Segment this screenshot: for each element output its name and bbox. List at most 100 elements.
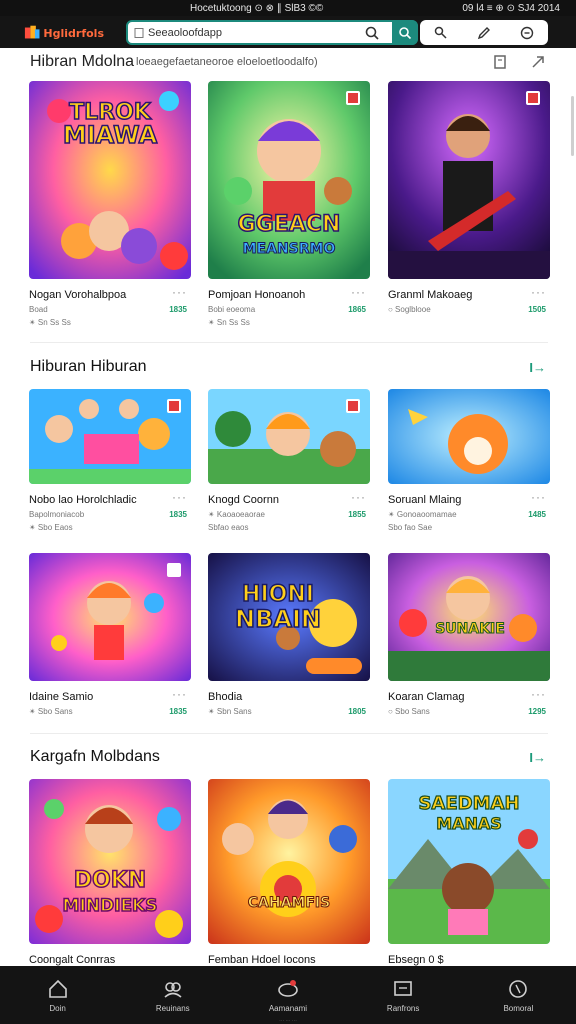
card-title: Knogd Coornn [208,494,279,506]
game-card[interactable]: Soruanl Mlaing ··· ✴ Gonoaoomamae 1485 Sbo… [388,389,550,532]
thumb-text-line1: HIONI [242,582,314,607]
card-title: Nobo lao Horolchladic [29,494,137,506]
more-icon[interactable]: ··· [351,285,366,299]
search-box[interactable] [126,20,418,45]
game-thumbnail[interactable] [388,81,550,279]
settings-icon[interactable] [519,25,535,41]
section-heading: Kargafn Molbdans [30,748,160,765]
edit-icon[interactable] [476,25,492,41]
scrollbar[interactable] [571,96,574,156]
game-card[interactable]: Knogd Coornn ··· ✴ Kaoaoeaorae 1855 Sbfao … [208,389,370,532]
thumb-text-line1: CAHAMFIS [248,895,330,911]
game-thumbnail[interactable]: SAEDMAH MANAS [388,779,550,944]
game-thumbnail[interactable] [29,389,191,484]
nav-home[interactable]: Doin [13,978,103,1013]
card-meta: Bobi eoeoma [208,305,256,314]
nav-label: Doin [49,1003,66,1013]
card-stat: 1835 [169,305,187,314]
app-logo[interactable]: Hglidrfols [24,24,104,42]
game-thumbnail[interactable]: CAHAMFIS [208,779,370,944]
more-icon[interactable]: ··· [351,490,366,504]
card-stat: 1805 [348,707,366,716]
more-icon[interactable]: ··· [172,285,187,299]
game-thumbnail[interactable]: TLROK MIAWA [29,81,191,279]
screen-icon [394,980,412,996]
filter-icon[interactable] [433,25,449,41]
card-sub-meta: Sbo fao Sae [388,523,433,532]
section-heading: Hiburan Hiburan [30,358,147,375]
game-card[interactable]: GGEACN MEANSRMO Pomjoan Honoanoh ··· Bobi… [208,81,370,327]
badge-icon [346,91,360,105]
card-stat: 1835 [169,510,187,519]
card-title: Granml Makoaeg [388,289,473,301]
game-thumbnail[interactable] [208,389,370,484]
logo-icon [24,25,40,39]
card-title: Coongalt Conrras [29,954,116,966]
badge-icon [526,91,540,105]
section-more-arrow[interactable]: I→ [529,750,546,765]
card-sub-meta: ✴ Sn Ss Ss [208,318,250,327]
game-card[interactable]: Idaine Samio ··· ✴ Sbo Sans 1835 [29,553,191,716]
more-icon[interactable]: ··· [172,490,187,504]
game-thumbnail[interactable]: HIONI NBAIN [208,553,370,681]
game-thumbnail[interactable]: SUNAKIE [388,553,550,681]
thumb-text-line2: MINDIEKS [63,896,158,916]
section-more-arrow[interactable]: I→ [529,360,546,375]
game-card[interactable]: SUNAKIE Koaran Clamag ··· ○ Sbo Sans 1295 [388,553,550,716]
nav-label: Ranfrons [386,1003,420,1013]
game-card[interactable]: DOKN MINDIEKS Coongalt Conrras [29,779,191,966]
card-stat: 1865 [348,305,366,314]
logo-text: Hglidrfols [43,26,104,40]
search-icon[interactable] [364,25,380,41]
card-title: Idaine Samio [29,691,94,703]
share-icon[interactable] [530,54,546,70]
profile-icon [509,979,528,998]
game-thumbnail[interactable] [388,389,550,484]
card-title: Bhodia [208,691,243,703]
game-card[interactable]: Granml Makoaeg ··· ○ Soglblooe 1505 [388,81,550,318]
nav-people[interactable]: Reuinans [128,978,218,1013]
game-card[interactable]: HIONI NBAIN Bhodia ✴ Sbn Sans 1805 [208,553,370,716]
more-icon[interactable]: ··· [531,687,546,701]
voice-icon [399,26,412,39]
game-card[interactable]: TLROK MIAWA Nogan Vorohalbpoa ··· Boad 183… [29,81,191,327]
card-title: Pomjoan Honoanoh [208,289,306,301]
game-card[interactable]: CAHAMFIS Femban Hdoel Iocons [208,779,370,966]
bottom-nav: Doin Reuinans Aamanami Ranfrons Bomoral [0,966,576,1024]
status-bar: Hocetuktoong ⊙ ⊗ ∥ SlB3 ©© 09 l4 ≡ ⊕ ⊙ S… [0,0,576,16]
game-card[interactable]: SAEDMAH MANAS Ebsegn 0 $ [388,779,550,966]
toolbar [420,20,548,45]
game-thumbnail[interactable]: DOKN MINDIEKS [29,779,191,944]
card-meta: ✴ Sbo Sans [29,707,73,716]
card-meta: ✴ Kaoaoeaorae [208,510,265,519]
card-meta: ○ Soglblooe [388,305,431,314]
card-meta: ✴ Gonoaoomamae [388,510,457,519]
nav-profile[interactable]: Bomoral [473,978,563,1013]
status-center: Hocetuktoong ⊙ ⊗ ∥ SlB3 ©© [190,2,324,14]
thumb-text-line2: MANAS [436,814,502,833]
thumb-text-line1: GGEACN [238,212,341,237]
badge-icon [167,399,181,413]
search-submit-button[interactable] [392,20,418,45]
more-icon[interactable]: ··· [531,490,546,504]
card-title: Nogan Vorohalbpoa [29,289,127,301]
card-stat: 1485 [528,510,546,519]
bookmark-icon[interactable] [492,54,508,70]
nav-label: Aamanami [268,1003,308,1013]
nav-games[interactable]: Aamanami [243,978,333,1013]
card-sub-meta: ✴ Sn Ss Ss [29,318,71,327]
game-thumbnail[interactable] [29,553,191,681]
card-title: Soruanl Mlaing [388,494,462,506]
more-icon[interactable]: ··· [531,285,546,299]
game-card[interactable]: Nobo lao Horolchladic ··· Bapolmoniacob 18… [29,389,191,532]
card-meta: ✴ Sbn Sans [208,707,252,716]
divider [30,342,548,343]
more-icon[interactable]: ··· [172,687,187,701]
nav-screen[interactable]: Ranfrons [358,978,448,1013]
card-meta: ○ Sbo Sans [388,707,430,716]
search-input[interactable] [148,26,368,39]
home-icon [48,979,67,998]
card-title: Ebsegn 0 $ [388,954,444,966]
page-title: Hibran Mdolna [30,53,135,70]
game-thumbnail[interactable]: GGEACN MEANSRMO [208,81,370,279]
